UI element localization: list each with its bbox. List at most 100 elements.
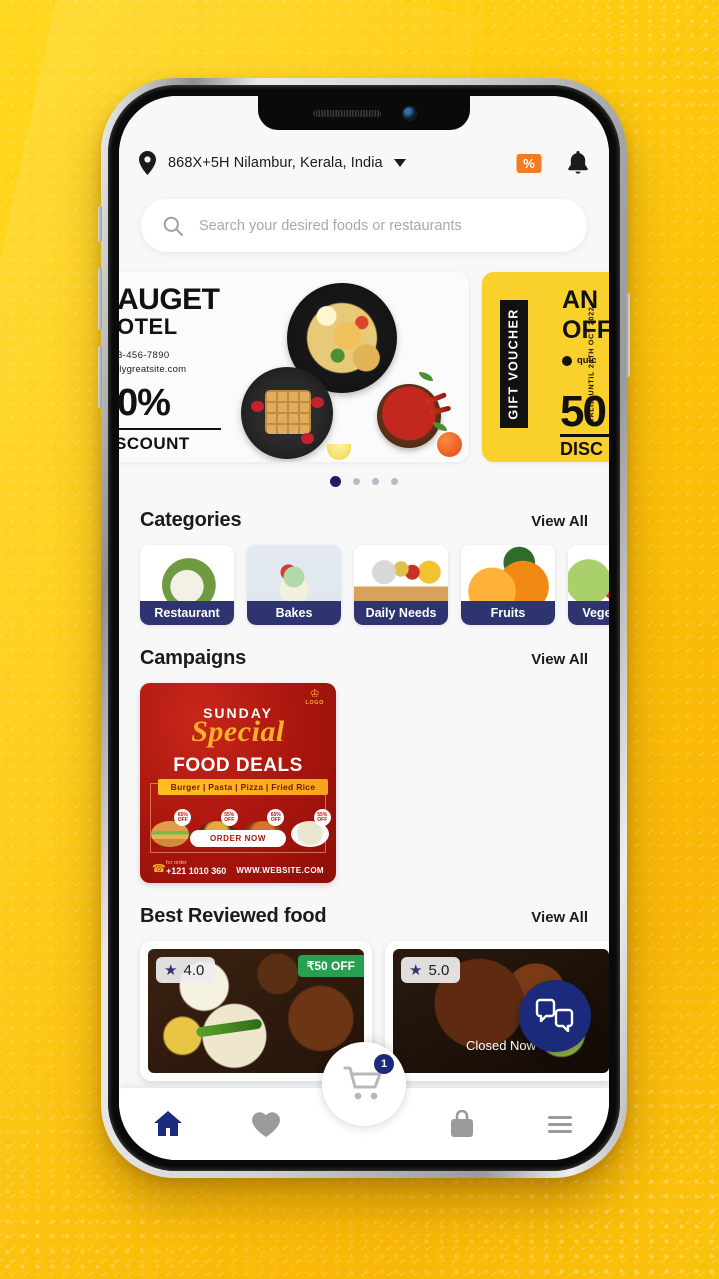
carousel-dot[interactable] bbox=[330, 476, 341, 487]
hotel-discount-label: SCOUNT bbox=[119, 434, 190, 453]
campaign-script-text: Special bbox=[191, 715, 285, 748]
cart-button[interactable]: 1 bbox=[322, 1042, 406, 1126]
banner-hotel-promo[interactable]: AUGET OTEL 3-456-7890 llygreatsite.com 0… bbox=[119, 272, 469, 462]
hotel-subtitle: OTEL bbox=[119, 313, 178, 339]
nav-item-orders[interactable] bbox=[413, 1088, 511, 1160]
phone-power-button[interactable] bbox=[626, 293, 630, 377]
hotel-divider bbox=[119, 428, 221, 430]
phone-volume-up-button[interactable] bbox=[98, 268, 102, 330]
category-item-vegetables[interactable]: Vegetables bbox=[568, 545, 609, 625]
earpiece-speaker-icon bbox=[312, 109, 381, 117]
crown-icon: ♔ bbox=[309, 688, 320, 700]
lemon-slice-shape bbox=[327, 444, 351, 460]
location-row[interactable]: 868X+5H Nilambur, Kerala, India % bbox=[139, 146, 589, 180]
category-label: Restaurant bbox=[140, 601, 234, 625]
campaign-food-burger: 65% OFF bbox=[149, 809, 192, 847]
hotel-name: AUGET bbox=[119, 283, 220, 316]
campaigns-list[interactable]: ♔ LOGO SUNDAY Special FOOD DEALS Burger … bbox=[119, 670, 609, 883]
rating-value: 4.0 bbox=[183, 961, 205, 979]
campaign-card-sunday-special[interactable]: ♔ LOGO SUNDAY Special FOOD DEALS Burger … bbox=[140, 683, 336, 883]
campaign-items-strip: Burger | Pasta | Pizza | Fried Rice bbox=[158, 779, 328, 795]
home-icon bbox=[154, 1111, 182, 1136]
campaign-subheading: FOOD DEALS bbox=[173, 755, 303, 776]
search-icon bbox=[163, 216, 183, 236]
nav-item-menu[interactable] bbox=[511, 1088, 609, 1160]
rating-badge: ★ 4.0 bbox=[156, 957, 216, 983]
carousel-dot[interactable] bbox=[372, 478, 379, 485]
phone-bezel: 868X+5H Nilambur, Kerala, India % Search… bbox=[108, 85, 620, 1171]
discount-badge: 55% OFF bbox=[220, 809, 238, 826]
campaigns-view-all[interactable]: View All bbox=[531, 651, 588, 668]
search-input[interactable] bbox=[199, 217, 565, 234]
chat-support-button[interactable] bbox=[519, 980, 591, 1052]
phone-notch bbox=[258, 96, 470, 130]
voucher-brand-row: quic bbox=[562, 355, 597, 366]
hotel-discount-percent: 0% bbox=[119, 382, 171, 424]
food-photo-waffle bbox=[241, 367, 333, 459]
rating-value: 5.0 bbox=[428, 961, 450, 979]
tomato-shape bbox=[437, 432, 462, 457]
gift-voucher-strip: GIFT VOUCHER bbox=[500, 300, 528, 428]
heart-icon bbox=[252, 1111, 280, 1137]
search-bar[interactable] bbox=[141, 199, 587, 252]
campaign-order-now-button[interactable]: ORDER NOW bbox=[190, 830, 286, 847]
category-item-fruits[interactable]: Fruits bbox=[461, 545, 555, 625]
phone-mockup: 868X+5H Nilambur, Kerala, India % Search… bbox=[98, 78, 630, 1178]
banner-gift-voucher[interactable]: GIFT VOUCHER VALID UNTIL 24TH OCT 2022 A… bbox=[482, 272, 609, 462]
campaign-phone-number: +121 1010 360 bbox=[166, 866, 227, 876]
strawberry-shape bbox=[251, 401, 264, 412]
header-actions: % bbox=[515, 151, 589, 175]
categories-list[interactable]: Restaurant Bakes Daily Needs Fruits Vege bbox=[119, 532, 609, 625]
notification-bell-icon[interactable] bbox=[567, 151, 589, 175]
carousel-dot[interactable] bbox=[391, 478, 398, 485]
phone-volume-down-button[interactable] bbox=[98, 346, 102, 408]
app-scroll-area[interactable]: 868X+5H Nilambur, Kerala, India % Search… bbox=[119, 96, 609, 1088]
promo-banner-carousel[interactable]: AUGET OTEL 3-456-7890 llygreatsite.com 0… bbox=[119, 272, 609, 487]
categories-title: Categories bbox=[140, 509, 242, 531]
carousel-dot[interactable] bbox=[353, 478, 360, 485]
waffle-shape bbox=[265, 390, 311, 434]
location-pin-icon bbox=[139, 151, 156, 175]
nav-item-home[interactable] bbox=[119, 1088, 217, 1160]
food-photo-chillies bbox=[377, 384, 441, 448]
phone-icon: ☎ bbox=[152, 863, 166, 875]
carousel-dots[interactable] bbox=[119, 476, 609, 487]
campaigns-section-header: Campaigns View All bbox=[119, 647, 609, 670]
hotel-phone: 3-456-7890 bbox=[119, 349, 170, 361]
rating-badge: ★ 5.0 bbox=[401, 957, 461, 983]
category-label: Vegetables bbox=[568, 601, 609, 625]
phone-mute-switch[interactable] bbox=[98, 206, 102, 242]
coupon-percent-icon[interactable]: % bbox=[515, 153, 543, 173]
voucher-brand: quic bbox=[577, 355, 597, 366]
campaign-logo: ♔ LOGO bbox=[305, 688, 324, 707]
voucher-amount: 50 bbox=[560, 387, 607, 436]
discount-badge: 65% OFF bbox=[267, 809, 285, 826]
phone-screen: 868X+5H Nilambur, Kerala, India % Search… bbox=[119, 96, 609, 1160]
voucher-discount-label: DISC bbox=[560, 439, 604, 459]
chat-bubbles-icon bbox=[535, 998, 574, 1033]
best-reviewed-view-all[interactable]: View All bbox=[531, 909, 588, 926]
gift-voucher-label: GIFT VOUCHER bbox=[507, 308, 521, 420]
category-item-bakes[interactable]: Bakes bbox=[247, 545, 341, 625]
location-text: 868X+5H Nilambur, Kerala, India bbox=[168, 155, 383, 171]
basil-leaf-shape bbox=[419, 372, 433, 381]
categories-view-all[interactable]: View All bbox=[531, 513, 588, 530]
best-reviewed-title: Best Reviewed food bbox=[140, 905, 327, 927]
bag-icon bbox=[451, 1110, 473, 1137]
campaigns-title: Campaigns bbox=[140, 647, 247, 669]
front-camera-icon bbox=[402, 106, 416, 120]
star-icon: ★ bbox=[164, 961, 178, 979]
chevron-down-icon[interactable] bbox=[393, 159, 406, 167]
category-item-daily-needs[interactable]: Daily Needs bbox=[354, 545, 448, 625]
campaign-website: WWW.WEBSITE.COM bbox=[236, 866, 324, 875]
category-item-restaurant[interactable]: Restaurant bbox=[140, 545, 234, 625]
voucher-line-1: AN bbox=[562, 286, 599, 314]
hamburger-menu-icon bbox=[548, 1112, 572, 1137]
category-label: Fruits bbox=[461, 601, 555, 625]
discount-badge: 55% OFF bbox=[313, 809, 331, 826]
categories-section-header: Categories View All bbox=[119, 509, 609, 532]
nav-item-favorites[interactable] bbox=[217, 1088, 315, 1160]
food-delivery-app: 868X+5H Nilambur, Kerala, India % Search… bbox=[119, 96, 609, 1160]
bottom-navigation-bar: 1 bbox=[119, 1042, 609, 1160]
best-reviewed-section-header: Best Reviewed food View All bbox=[119, 905, 609, 928]
